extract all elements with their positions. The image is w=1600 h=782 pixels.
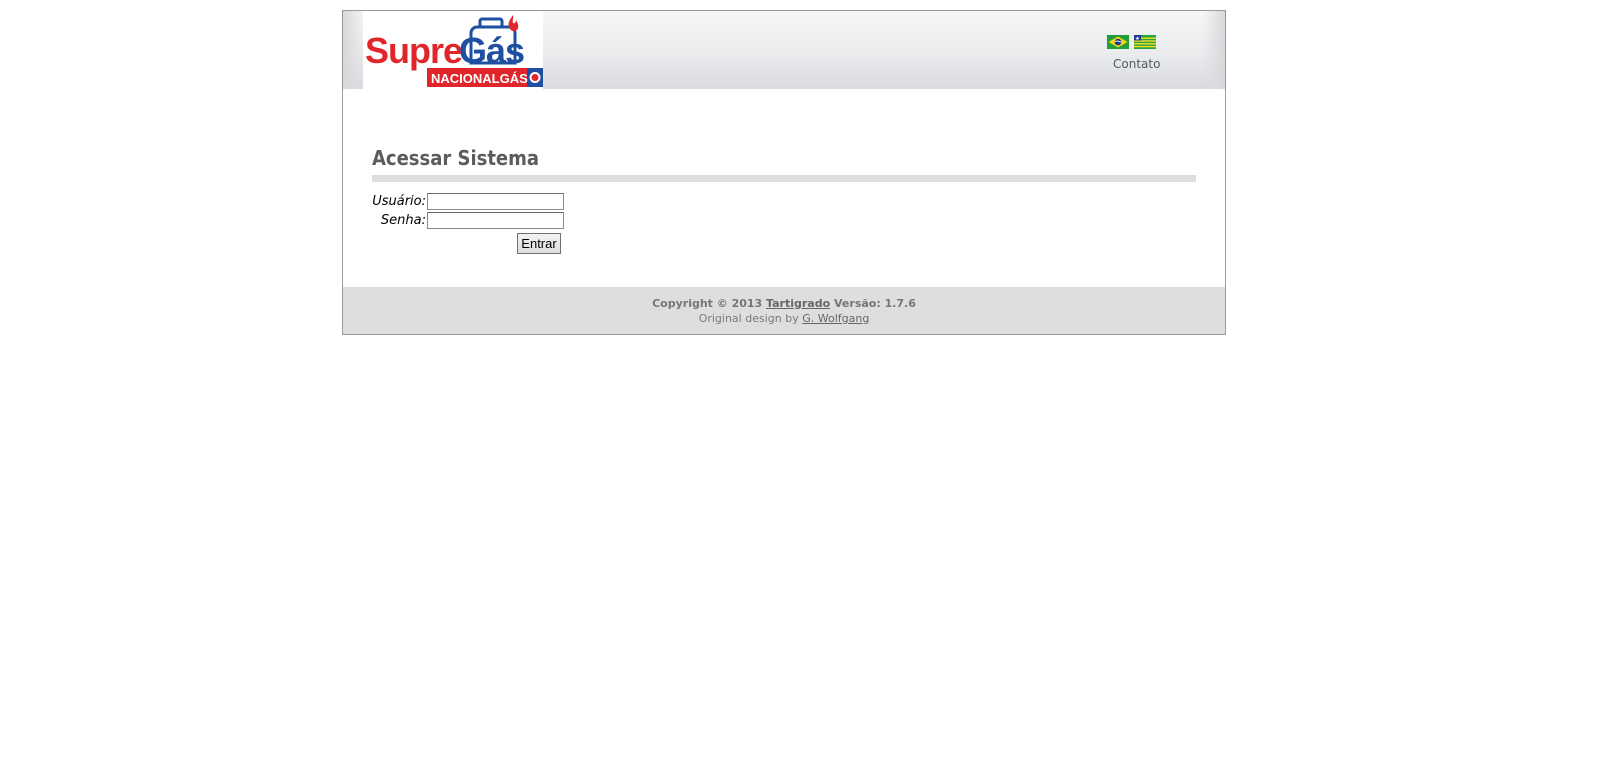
company-link[interactable]: Tartigrado <box>766 297 830 310</box>
username-input[interactable] <box>427 193 564 210</box>
password-label: Senha: <box>380 213 426 228</box>
copyright-text: Copyright © 2013 <box>652 297 763 310</box>
design-credit-text: Original design by <box>698 312 799 325</box>
main-content: Acessar Sistema <box>372 146 1196 182</box>
supregas-logo-icon: Supre Gás NACIONALGÁS <box>365 15 543 87</box>
language-flags <box>1107 35 1156 49</box>
version-text: Versão: 1.7.6 <box>834 297 916 310</box>
username-label: Usuário: <box>372 194 426 209</box>
svg-text:Gás: Gás <box>459 30 524 71</box>
title-divider <box>372 175 1196 182</box>
piaui-flag-icon[interactable] <box>1134 35 1156 49</box>
svg-text:Supre: Supre <box>365 30 462 71</box>
footer: Copyright © 2013 Tartigrado Versão: 1.7.… <box>343 287 1225 334</box>
copyright-line: Copyright © 2013 Tartigrado Versão: 1.7.… <box>343 297 1225 310</box>
page-title: Acessar Sistema <box>372 146 540 170</box>
header: Supre Gás NACIONALGÁS Contato <box>343 11 1225 89</box>
design-credit-line: Original design by G. Wolfgang <box>343 312 1225 325</box>
brazil-flag-icon[interactable] <box>1107 35 1129 49</box>
svg-text:NACIONALGÁS: NACIONALGÁS <box>431 71 528 86</box>
submit-button[interactable]: Entrar <box>517 233 561 254</box>
designer-link[interactable]: G. Wolfgang <box>802 312 869 325</box>
page-frame: Supre Gás NACIONALGÁS Contato Acessar Si… <box>342 10 1226 335</box>
password-input[interactable] <box>427 212 564 229</box>
logo[interactable]: Supre Gás NACIONALGÁS <box>363 11 543 89</box>
contact-link[interactable]: Contato <box>1113 57 1160 71</box>
